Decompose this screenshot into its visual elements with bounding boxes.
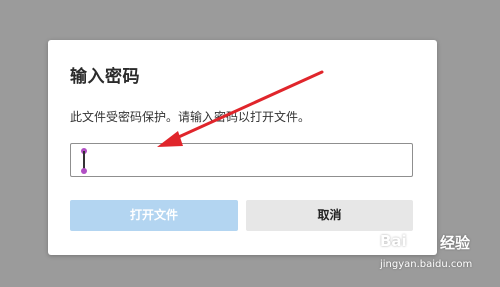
cursor-bar bbox=[83, 151, 85, 169]
watermark-site-name: 经验 bbox=[440, 234, 471, 252]
cursor-marker-bottom bbox=[81, 168, 87, 174]
dialog-message: 此文件受密码保护。请输入密码以打开文件。 bbox=[70, 110, 311, 124]
password-dialog: 输入密码 此文件受密码保护。请输入密码以打开文件。 打开文件 取消 bbox=[48, 40, 437, 255]
dialog-title: 输入密码 bbox=[70, 67, 140, 87]
baidu-watermark: Bai 经验 jingyan.baidu.com bbox=[380, 232, 495, 284]
watermark-url: jingyan.baidu.com bbox=[380, 259, 473, 270]
text-cursor bbox=[81, 148, 87, 174]
watermark-logo: Bai bbox=[380, 232, 407, 250]
password-field[interactable] bbox=[70, 143, 413, 177]
screen: 输入密码 此文件受密码保护。请输入密码以打开文件。 打开文件 取消 Bai 经验… bbox=[0, 0, 500, 287]
open-file-button[interactable]: 打开文件 bbox=[70, 200, 238, 231]
cancel-button[interactable]: 取消 bbox=[246, 200, 413, 231]
baidu-paw-icon bbox=[418, 234, 430, 249]
